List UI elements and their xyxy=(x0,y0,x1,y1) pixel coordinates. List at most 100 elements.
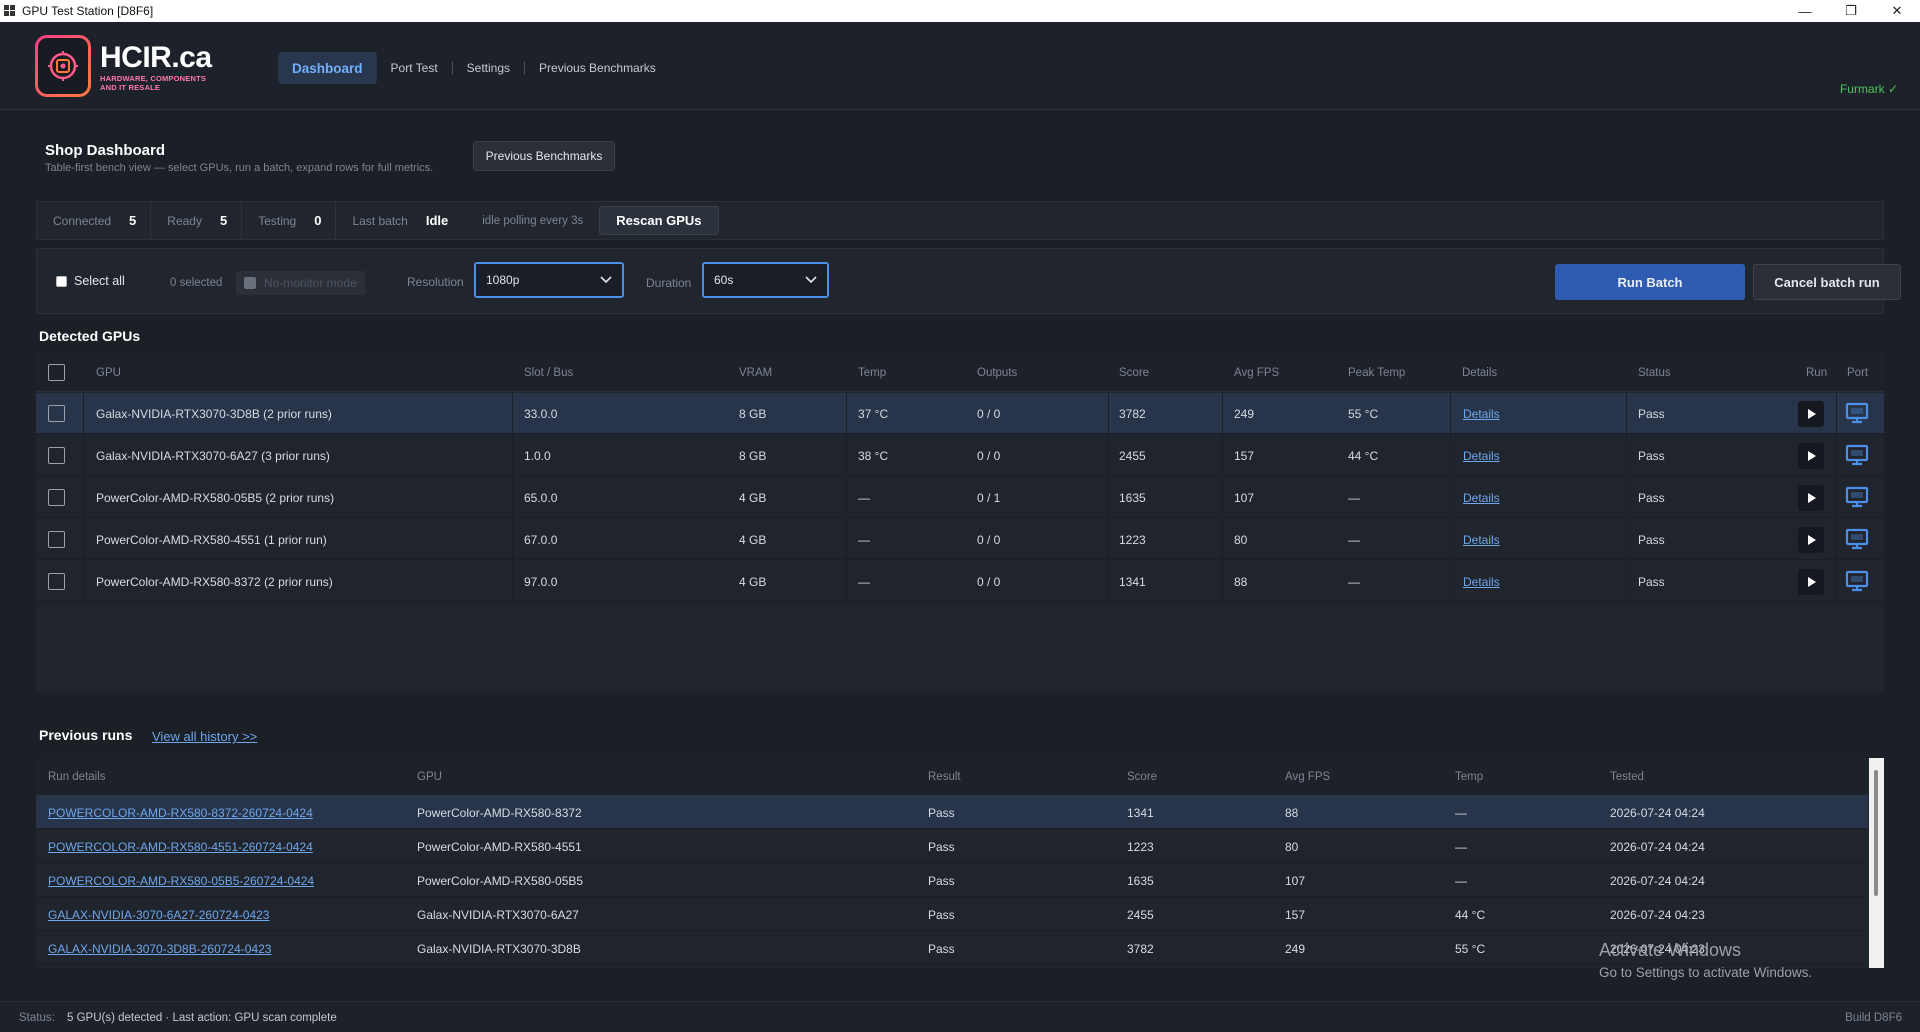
maximize-button[interactable]: ❐ xyxy=(1828,0,1874,22)
run-gpu: Galax-NVIDIA-RTX3070-6A27 xyxy=(417,908,579,922)
gpu-name: PowerColor-AMD-RX580-05B5 (2 prior runs) xyxy=(96,491,335,505)
run-batch-button[interactable]: Run Batch xyxy=(1555,264,1745,300)
col-temp[interactable]: Temp xyxy=(858,367,886,379)
col-result[interactable]: Result xyxy=(928,771,961,783)
monitor-icon[interactable] xyxy=(1845,401,1869,425)
run-row[interactable]: GALAX-NVIDIA-3070-3D8B-260724-0423 Galax… xyxy=(36,931,1868,965)
gpu-row[interactable]: PowerColor-AMD-RX580-8372 (2 prior runs)… xyxy=(36,561,1884,602)
row-checkbox[interactable] xyxy=(48,447,65,464)
select-all[interactable]: Select all xyxy=(56,274,125,288)
col-avg-fps[interactable]: Avg FPS xyxy=(1234,367,1279,379)
cell-divider xyxy=(1836,477,1837,518)
cancel-batch-button[interactable]: Cancel batch run xyxy=(1753,264,1901,300)
run-link[interactable]: GALAX-NVIDIA-3070-3D8B-260724-0423 xyxy=(48,942,271,956)
nav-port-test[interactable]: Port Test xyxy=(377,52,452,84)
col-status[interactable]: Status xyxy=(1638,367,1671,379)
gpu-row[interactable]: PowerColor-AMD-RX580-4551 (1 prior run) … xyxy=(36,519,1884,560)
brand-name: HCIR.ca xyxy=(100,41,212,74)
run-row[interactable]: POWERCOLOR-AMD-RX580-4551-260724-0424 Po… xyxy=(36,829,1868,863)
run-result: Pass xyxy=(928,942,955,956)
runs-scrollbar[interactable] xyxy=(1869,758,1884,968)
run-row[interactable]: POWERCOLOR-AMD-RX580-8372-260724-0424 Po… xyxy=(36,795,1868,829)
page-title: Shop Dashboard xyxy=(45,142,166,159)
row-checkbox[interactable] xyxy=(48,489,65,506)
monitor-icon[interactable] xyxy=(1845,569,1869,593)
gpu-row[interactable]: PowerColor-AMD-RX580-05B5 (2 prior runs)… xyxy=(36,477,1884,518)
details-link[interactable]: Details xyxy=(1463,449,1500,463)
runs-table-header: Run details GPU Result Score Avg FPS Tem… xyxy=(36,758,1868,795)
col-run[interactable]: Run xyxy=(1806,367,1827,379)
duration-dropdown[interactable]: 60s xyxy=(702,262,829,298)
details-link[interactable]: Details xyxy=(1463,533,1500,547)
brand: HCIR.ca HARDWARE, COMPONENTS AND IT RESA… xyxy=(100,41,212,93)
gpu-name: Galax-NVIDIA-RTX3070-3D8B (2 prior runs) xyxy=(96,407,332,421)
resolution-select[interactable]: 1080p xyxy=(474,262,624,298)
monitor-icon[interactable] xyxy=(1845,443,1869,467)
gpu-row[interactable]: Galax-NVIDIA-RTX3070-3D8B (2 prior runs)… xyxy=(36,393,1884,434)
run-row[interactable]: POWERCOLOR-AMD-RX580-05B5-260724-0424 Po… xyxy=(36,863,1868,897)
run-button[interactable] xyxy=(1798,527,1824,553)
run-button[interactable] xyxy=(1798,569,1824,595)
run-link[interactable]: POWERCOLOR-AMD-RX580-05B5-260724-0424 xyxy=(48,874,314,888)
window-titlebar: GPU Test Station [D8F6] — ❐ ✕ xyxy=(0,0,1920,22)
run-button[interactable] xyxy=(1798,443,1824,469)
cell-divider xyxy=(83,519,84,560)
col-vram[interactable]: VRAM xyxy=(739,367,772,379)
resolution-dropdown[interactable]: 1080p xyxy=(474,262,624,298)
nav-settings[interactable]: Settings xyxy=(453,52,524,84)
run-link[interactable]: POWERCOLOR-AMD-RX580-8372-260724-0424 xyxy=(48,806,313,820)
col-run-details[interactable]: Run details xyxy=(48,771,106,783)
row-checkbox[interactable] xyxy=(48,531,65,548)
window-title: GPU Test Station [D8F6] xyxy=(22,4,154,18)
col-peak-temp[interactable]: Peak Temp xyxy=(1348,367,1405,379)
col-temp[interactable]: Temp xyxy=(1455,771,1483,783)
row-checkbox[interactable] xyxy=(48,573,65,590)
nav-previous-benchmarks[interactable]: Previous Benchmarks xyxy=(525,52,670,84)
col-details[interactable]: Details xyxy=(1462,367,1497,379)
col-avg-fps[interactable]: Avg FPS xyxy=(1285,771,1330,783)
nav-dashboard[interactable]: Dashboard xyxy=(278,52,377,84)
gpu-peak-temp: 44 °C xyxy=(1348,449,1379,463)
gpu-vram: 4 GB xyxy=(739,575,767,589)
cell-divider xyxy=(83,477,84,518)
gpu-score: 3782 xyxy=(1119,407,1146,421)
col-slot[interactable]: Slot / Bus xyxy=(524,367,573,379)
view-all-history-link[interactable]: View all history >> xyxy=(152,729,257,744)
run-avg-fps: 80 xyxy=(1285,840,1299,854)
minimize-button[interactable]: — xyxy=(1782,0,1828,22)
col-gpu[interactable]: GPU xyxy=(96,367,121,379)
rescan-gpus-button[interactable]: Rescan GPUs xyxy=(599,206,719,235)
col-gpu[interactable]: GPU xyxy=(417,771,442,783)
col-score[interactable]: Score xyxy=(1127,771,1157,783)
col-tested[interactable]: Tested xyxy=(1610,771,1644,783)
scrollbar-thumb[interactable] xyxy=(1874,770,1878,896)
cell-divider xyxy=(1222,477,1223,518)
run-button[interactable] xyxy=(1798,401,1824,427)
details-link[interactable]: Details xyxy=(1463,491,1500,505)
gpu-status: Pass xyxy=(1638,407,1665,421)
select-all-checkbox[interactable] xyxy=(56,275,67,287)
run-row[interactable]: GALAX-NVIDIA-3070-6A27-260724-0423 Galax… xyxy=(36,897,1868,931)
duration-label: Duration xyxy=(646,276,691,290)
details-link[interactable]: Details xyxy=(1463,575,1500,589)
no-monitor-checkbox[interactable] xyxy=(244,277,256,289)
gpu-vram: 4 GB xyxy=(739,491,767,505)
monitor-icon[interactable] xyxy=(1845,485,1869,509)
monitor-icon[interactable] xyxy=(1845,527,1869,551)
col-port[interactable]: Port xyxy=(1847,367,1868,379)
duration-select[interactable]: 60s xyxy=(702,262,829,298)
run-link[interactable]: POWERCOLOR-AMD-RX580-4551-260724-0424 xyxy=(48,840,313,854)
previous-benchmarks-button[interactable]: Previous Benchmarks xyxy=(473,141,615,171)
no-monitor-mode[interactable]: No-monitor mode xyxy=(236,271,365,295)
run-button[interactable] xyxy=(1798,485,1824,511)
run-link[interactable]: GALAX-NVIDIA-3070-6A27-260724-0423 xyxy=(48,908,269,922)
header-select-checkbox[interactable] xyxy=(48,364,65,381)
gpu-row[interactable]: Galax-NVIDIA-RTX3070-6A27 (3 prior runs)… xyxy=(36,435,1884,476)
no-monitor-toggle[interactable]: No-monitor mode xyxy=(236,271,365,295)
row-checkbox[interactable] xyxy=(48,405,65,422)
details-link[interactable]: Details xyxy=(1463,407,1500,421)
close-button[interactable]: ✕ xyxy=(1874,0,1920,22)
col-outputs[interactable]: Outputs xyxy=(977,367,1017,379)
col-score[interactable]: Score xyxy=(1119,367,1149,379)
app-icon xyxy=(2,0,18,22)
